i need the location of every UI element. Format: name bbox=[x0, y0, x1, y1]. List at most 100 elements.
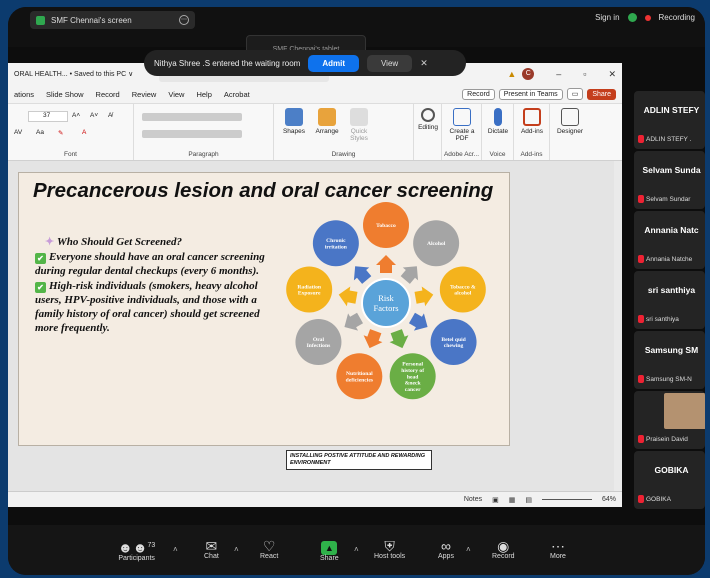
shapes-button[interactable]: Shapes bbox=[280, 108, 308, 135]
font-group-label: Font bbox=[63, 151, 77, 158]
editing-button[interactable]: Editing bbox=[416, 108, 440, 131]
shrink-font-icon[interactable]: A˅ bbox=[90, 112, 98, 119]
record-button[interactable]: Record bbox=[462, 88, 495, 100]
menu-slide-show[interactable]: Slide Show bbox=[46, 90, 84, 99]
zoom-level[interactable]: 64% bbox=[602, 496, 616, 503]
bullet-2-text: High-risk individuals (smokers, heavy al… bbox=[35, 280, 260, 334]
risk-arrow bbox=[376, 255, 396, 273]
designer-label: Designer bbox=[556, 128, 583, 135]
slide-editor: Precancerous lesion and oral cancer scre… bbox=[8, 161, 622, 491]
risk-arrow bbox=[363, 329, 383, 349]
highlight-icon[interactable]: ✎ bbox=[58, 129, 63, 137]
present-in-teams-button[interactable]: Present in Teams bbox=[498, 88, 563, 100]
arrange-button[interactable]: Arrange bbox=[312, 108, 342, 135]
view-button[interactable]: View bbox=[366, 54, 413, 72]
participant-tile[interactable]: Praisein David bbox=[634, 391, 705, 449]
risk-factor-label: Alcohol bbox=[427, 241, 446, 247]
slide[interactable]: Precancerous lesion and oral cancer scre… bbox=[18, 172, 510, 446]
participant-tile[interactable]: ADLIN STEFY ADLIN STEFY . bbox=[634, 91, 705, 149]
participant-tag: sri santhiya bbox=[638, 315, 679, 323]
meeting-toolbar: ☻☻73 Participants ˄ ✉ Chat ˄ ♡ React ▲ Share… bbox=[8, 525, 705, 575]
sorter-view-icon[interactable]: ▦ bbox=[509, 496, 516, 504]
participant-name: Selvam Sunda bbox=[642, 165, 701, 175]
risk-factor-label: cancer bbox=[405, 387, 421, 393]
list-buttons[interactable] bbox=[142, 113, 242, 121]
dictate-button[interactable]: Dictate bbox=[486, 108, 510, 135]
share-screen-button[interactable]: ▲ Share bbox=[320, 539, 339, 562]
check-mark-icon: ✔ bbox=[35, 282, 46, 293]
participant-name: Annania Natc bbox=[644, 225, 699, 235]
chevron-up-icon[interactable]: ˄ bbox=[173, 545, 178, 554]
minimize-icon[interactable]: – bbox=[556, 69, 561, 79]
menu-animations[interactable]: ations bbox=[14, 90, 34, 99]
more-button[interactable]: ⋯ More bbox=[550, 539, 566, 560]
slide-bullets[interactable]: ✦ Who Should Get Screened? ✔ Everyone sho… bbox=[35, 235, 277, 336]
grow-font-icon[interactable]: A˄ bbox=[72, 112, 80, 119]
chat-icon: ✉ bbox=[205, 538, 218, 554]
reading-view-icon[interactable]: ▤ bbox=[525, 496, 532, 504]
participant-tile[interactable]: Selvam Sunda Selvam Sundar bbox=[634, 151, 705, 209]
addins-button[interactable]: Add-ins bbox=[519, 108, 545, 135]
comments-icon[interactable]: ▭ bbox=[566, 88, 584, 100]
warning-icon[interactable]: ▲ bbox=[507, 69, 516, 79]
risk-factor-label: alcohol bbox=[454, 291, 472, 297]
chevron-up-icon[interactable]: ˄ bbox=[234, 545, 239, 554]
menu-acrobat[interactable]: Acrobat bbox=[224, 90, 250, 99]
designer-group: Designer bbox=[550, 104, 590, 160]
font-size-box[interactable]: 37 bbox=[28, 111, 68, 122]
screen-share-indicator[interactable]: SMF Chennai's screen ⋯ bbox=[30, 11, 195, 29]
close-icon[interactable]: ✕ bbox=[420, 58, 428, 69]
create-pdf-button[interactable]: Create a PDF bbox=[448, 108, 476, 142]
bullet-1-text: Everyone should have an oral cancer scre… bbox=[35, 251, 265, 277]
restore-icon[interactable]: ▫ bbox=[583, 69, 586, 79]
paragraph-group-label: Paragraph bbox=[188, 151, 219, 158]
spacing-icon[interactable]: AV bbox=[14, 129, 22, 136]
participant-tag-label: GOBIKA bbox=[646, 495, 671, 503]
menu-view[interactable]: View bbox=[168, 90, 184, 99]
quick-styles-button[interactable]: Quick Styles bbox=[346, 108, 372, 142]
vertical-scrollbar[interactable] bbox=[614, 161, 622, 491]
host-tools-label: Host tools bbox=[374, 553, 406, 560]
participant-tile[interactable]: GOBIKA GOBIKA bbox=[634, 451, 705, 509]
risk-factors-diagram[interactable]: Tobacco Alcohol Tobacco &alcohol Betel quid… bbox=[281, 197, 491, 409]
risk-factor-label: head bbox=[407, 374, 419, 380]
window-close-icon[interactable]: ✕ bbox=[608, 69, 616, 80]
zoom-slider[interactable] bbox=[541, 499, 592, 500]
participants-button[interactable]: ☻☻73 Participants bbox=[118, 539, 155, 562]
quick-styles-icon bbox=[350, 108, 368, 126]
apps-button[interactable]: ∞ Apps bbox=[438, 539, 454, 560]
font-color-icon[interactable]: A bbox=[82, 129, 86, 136]
admit-button[interactable]: Admit bbox=[308, 54, 359, 72]
menubar-actions: Record Present in Teams ▭ Share bbox=[462, 88, 616, 100]
clear-format-icon[interactable]: A̸ bbox=[108, 112, 112, 119]
chevron-up-icon[interactable]: ˄ bbox=[466, 545, 471, 554]
designer-button[interactable]: Designer bbox=[554, 108, 586, 135]
participant-tile[interactable]: sri santhiya sri santhiya bbox=[634, 271, 705, 329]
risk-arrow bbox=[408, 312, 428, 331]
slide-caption-box[interactable]: INSTALLING POSTIVE ATTITUDE AND REWARDIN… bbox=[286, 450, 432, 470]
chevron-up-icon[interactable]: ˄ bbox=[354, 545, 359, 554]
share-button[interactable]: Share bbox=[587, 88, 616, 100]
document-title[interactable]: ORAL HEALTH... • Saved to this PC ∨ bbox=[14, 70, 133, 78]
menu-review[interactable]: Review bbox=[132, 90, 157, 99]
avatar[interactable]: C bbox=[522, 68, 535, 80]
menu-record[interactable]: Record bbox=[96, 90, 120, 99]
react-button[interactable]: ♡ React bbox=[260, 539, 278, 560]
drawing-group-label: Drawing bbox=[331, 151, 356, 158]
menu-help[interactable]: Help bbox=[196, 90, 211, 99]
normal-view-icon[interactable]: ▣ bbox=[492, 496, 499, 504]
participant-tile[interactable]: Annania Natc Annania Natche bbox=[634, 211, 705, 269]
ppt-menubar: ations Slide Show Record Review View Hel… bbox=[8, 85, 622, 103]
chat-button[interactable]: ✉ Chat bbox=[204, 539, 219, 560]
dictate-label: Dictate bbox=[487, 128, 509, 135]
record-button-zoom[interactable]: ◉ Record bbox=[492, 539, 515, 560]
waiting-message: Nithya Shree .S entered the waiting room bbox=[154, 58, 301, 68]
sign-in-link[interactable]: Sign in bbox=[595, 13, 619, 22]
align-buttons[interactable] bbox=[142, 130, 242, 138]
participant-name: GOBIKA bbox=[654, 465, 689, 475]
options-icon[interactable]: ⋯ bbox=[179, 15, 189, 25]
notes-button[interactable]: Notes bbox=[464, 496, 482, 503]
participant-tile[interactable]: Samsung SM Samsung SM-N bbox=[634, 331, 705, 389]
host-tools-button[interactable]: ⛨ Host tools bbox=[374, 539, 405, 560]
case-icon[interactable]: Aa bbox=[36, 129, 44, 136]
